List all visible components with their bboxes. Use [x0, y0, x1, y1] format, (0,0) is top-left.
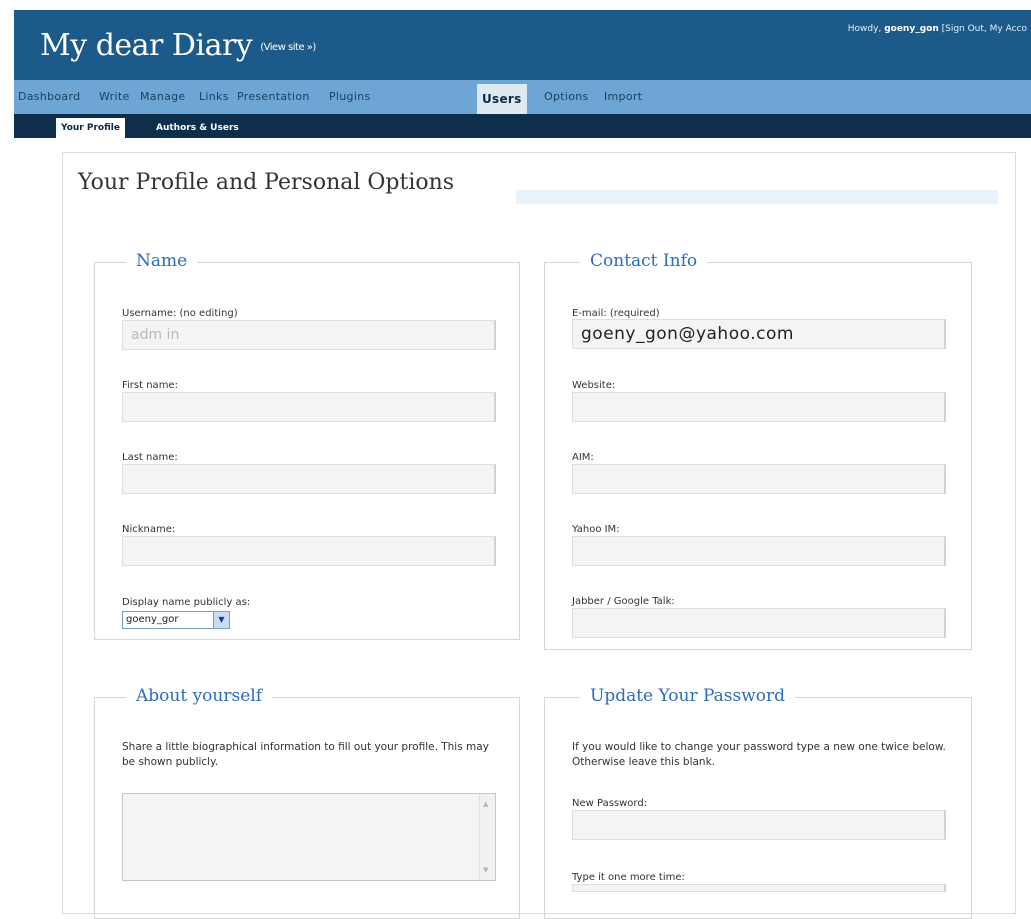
- yahoo-im-label: Yahoo IM:: [572, 524, 620, 535]
- menu-item-links[interactable]: Links: [199, 90, 229, 103]
- menu-item-dashboard[interactable]: Dashboard: [18, 90, 80, 103]
- submenu: Your Profile Authors & Users: [14, 114, 1031, 138]
- contact-info-legend: Contact Info: [580, 251, 708, 271]
- howdy-prefix: Howdy,: [847, 24, 885, 34]
- menu-item-manage[interactable]: Manage: [140, 90, 186, 103]
- about-yourself-legend: About yourself: [126, 686, 273, 706]
- menu-item-write[interactable]: Write: [99, 90, 130, 103]
- new-password-label: New Password:: [572, 798, 648, 809]
- submenu-item-authors-users[interactable]: Authors & Users: [156, 118, 239, 138]
- aim-label: AIM:: [572, 452, 594, 463]
- menu-item-import[interactable]: Import: [604, 90, 642, 103]
- new-password-field[interactable]: [572, 810, 946, 840]
- scroll-up-arrow-icon[interactable]: ▲: [483, 800, 488, 808]
- name-legend: Name: [126, 251, 198, 271]
- menu-item-options[interactable]: Options: [544, 90, 589, 103]
- main-menu: Dashboard Write Manage Links Presentatio…: [14, 80, 1031, 114]
- email-label: E-mail: (required): [572, 308, 660, 319]
- page-title: Your Profile and Personal Options: [78, 170, 455, 195]
- nickname-label: Nickname:: [122, 524, 176, 535]
- jabber-field[interactable]: [572, 608, 946, 638]
- update-password-legend: Update Your Password: [580, 686, 796, 706]
- window-top-frame: [0, 0, 1031, 10]
- menu-item-plugins[interactable]: Plugins: [329, 90, 371, 103]
- left-frame: [0, 0, 14, 892]
- account-links[interactable]: [Sign Out, My Acco: [939, 24, 1027, 34]
- biographical-info-textarea[interactable]: ▲ ▼: [122, 793, 496, 881]
- username-label: Username: (no editing): [122, 308, 238, 319]
- last-name-field[interactable]: [122, 464, 496, 494]
- submenu-item-your-profile[interactable]: Your Profile: [56, 118, 125, 138]
- nickname-field[interactable]: [122, 536, 496, 566]
- last-name-label: Last name:: [122, 452, 178, 463]
- website-field[interactable]: [572, 392, 946, 422]
- website-label: Website:: [572, 380, 616, 391]
- first-name-label: First name:: [122, 380, 178, 391]
- view-site-link[interactable]: (View site »): [260, 42, 316, 53]
- admin-header: My dear Diary (View site ») Howdy, goeny_…: [14, 10, 1031, 80]
- first-name-field[interactable]: [122, 392, 496, 422]
- confirm-password-field[interactable]: [572, 884, 946, 892]
- username-link[interactable]: goeny_gon: [884, 24, 939, 34]
- menu-item-users[interactable]: Users: [477, 84, 527, 114]
- yahoo-im-field[interactable]: [572, 536, 946, 566]
- jabber-label: Jabber / Google Talk:: [572, 596, 675, 607]
- confirm-password-label: Type it one more time:: [572, 872, 685, 883]
- chevron-down-icon[interactable]: ▼: [213, 612, 229, 628]
- username-field: adm in: [122, 320, 496, 350]
- display-name-select[interactable]: goeny_gor ▼: [122, 611, 230, 629]
- email-field[interactable]: goeny_gon@yahoo.com: [572, 319, 946, 349]
- title-underline: [516, 190, 998, 204]
- site-title-text: My dear Diary: [40, 28, 253, 63]
- site-title: My dear Diary (View site »): [40, 28, 316, 63]
- display-name-label: Display name publicly as:: [122, 597, 251, 608]
- display-name-value: goeny_gor: [126, 614, 179, 625]
- user-greeting: Howdy, goeny_gon [Sign Out, My Acco: [848, 24, 1027, 34]
- biographical-info-description: Share a little biographical information …: [122, 741, 489, 768]
- menu-item-presentation[interactable]: Presentation: [237, 90, 310, 103]
- scroll-down-arrow-icon[interactable]: ▼: [483, 866, 488, 874]
- textarea-scrollbar[interactable]: ▲ ▼: [479, 794, 495, 880]
- password-description: If you would like to change your passwor…: [572, 741, 946, 768]
- aim-field[interactable]: [572, 464, 946, 494]
